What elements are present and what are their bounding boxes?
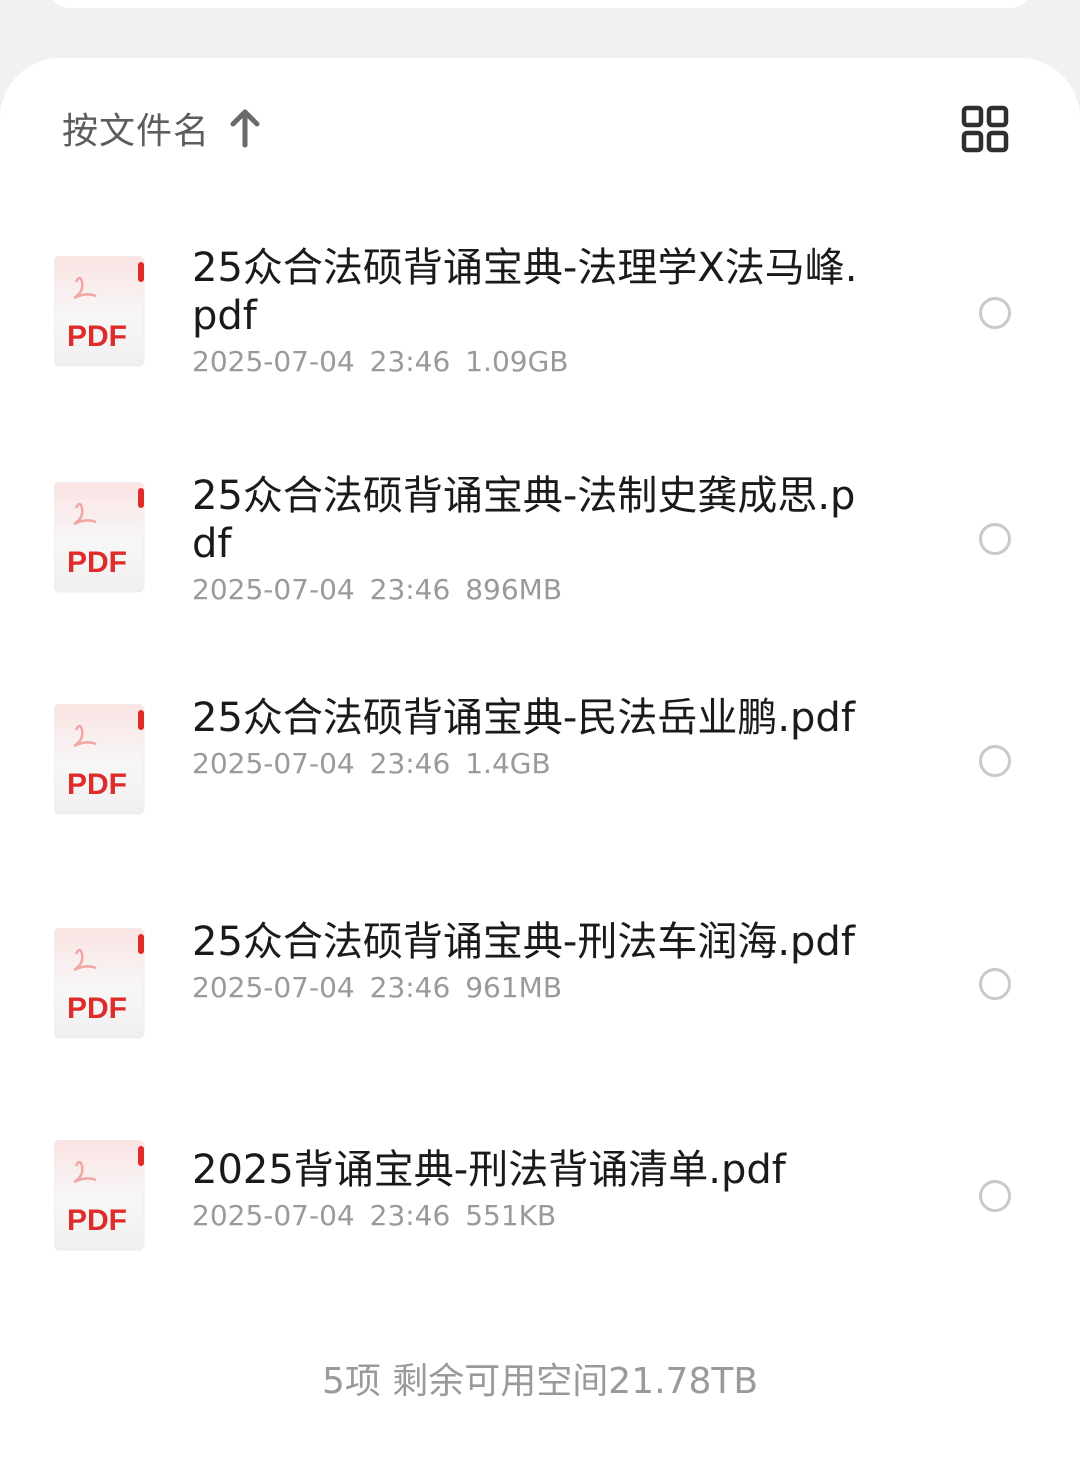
pdf-file-icon: PDF: [54, 482, 145, 593]
svg-text:PDF: PDF: [67, 992, 127, 1025]
select-radio[interactable]: [979, 1180, 1011, 1212]
select-radio[interactable]: [979, 297, 1011, 329]
file-name: 25众合法硕背诵宝典-法制史龚成思.pdf: [192, 473, 856, 567]
file-date: 2025-07-04 23:46: [192, 1199, 451, 1232]
select-radio[interactable]: [979, 523, 1011, 555]
file-meta: 2025-07-04 23:46 1.09GB: [192, 344, 872, 380]
file-meta: 2025-07-04 23:46 896MB: [192, 572, 872, 608]
file-info: 25众合法硕背诵宝典-法制史龚成思.pdf 2025-07-04 23:46 8…: [192, 472, 872, 608]
pdf-file-icon: PDF: [54, 704, 145, 815]
pdf-file-icon: PDF: [54, 928, 145, 1039]
file-row[interactable]: PDF 25众合法硕背诵宝典-法制史龚成思.pdf 2025-07-04 23:…: [0, 472, 1080, 622]
sort-label: 按文件名: [62, 111, 211, 152]
file-info: 25众合法硕背诵宝典-民法岳业鹏.pdf 2025-07-04 23:46 1.…: [192, 694, 872, 782]
grid-view-icon[interactable]: [960, 104, 1010, 154]
file-row[interactable]: PDF 2025背诵宝典-刑法背诵清单.pdf 2025-07-04 23:46…: [0, 1140, 1080, 1256]
file-size: 551KB: [465, 1199, 557, 1232]
select-radio[interactable]: [979, 745, 1011, 777]
file-size: 1.4GB: [465, 747, 551, 780]
svg-text:PDF: PDF: [67, 320, 127, 353]
file-size: 896MB: [465, 573, 563, 606]
file-size: 1.09GB: [465, 345, 569, 378]
file-meta: 2025-07-04 23:46 961MB: [192, 970, 872, 1006]
file-name: 2025背诵宝典-刑法背诵清单.pdf: [192, 1147, 786, 1193]
file-date: 2025-07-04 23:46: [192, 971, 451, 1004]
file-row[interactable]: PDF 25众合法硕背诵宝典-刑法车润海.pdf 2025-07-04 23:4…: [0, 918, 1080, 1068]
file-info: 25众合法硕背诵宝典-刑法车润海.pdf 2025-07-04 23:46 96…: [192, 918, 872, 1006]
file-date: 2025-07-04 23:46: [192, 345, 451, 378]
file-name: 25众合法硕背诵宝典-刑法车润海.pdf: [192, 919, 855, 965]
file-row[interactable]: PDF 25众合法硕背诵宝典-民法岳业鹏.pdf 2025-07-04 23:4…: [0, 694, 1080, 844]
file-size: 961MB: [465, 971, 563, 1004]
pdf-file-icon: PDF: [54, 1140, 145, 1251]
svg-text:PDF: PDF: [67, 768, 127, 801]
svg-text:PDF: PDF: [67, 546, 127, 579]
svg-text:PDF: PDF: [67, 1204, 127, 1237]
file-date: 2025-07-04 23:46: [192, 573, 451, 606]
file-meta: 2025-07-04 23:46 551KB: [192, 1198, 872, 1234]
select-radio[interactable]: [979, 968, 1011, 1000]
sort-button[interactable]: 按文件名: [62, 100, 262, 156]
file-info: 25众合法硕背诵宝典-法理学X法马峰.pdf 2025-07-04 23:46 …: [192, 244, 872, 380]
file-info: 2025背诵宝典-刑法背诵清单.pdf 2025-07-04 23:46 551…: [192, 1146, 872, 1234]
previous-card-edge: [48, 0, 1032, 8]
file-meta: 2025-07-04 23:46 1.4GB: [192, 746, 872, 782]
arrow-up-icon: [230, 109, 260, 148]
file-date: 2025-07-04 23:46: [192, 747, 451, 780]
file-name: 25众合法硕背诵宝典-民法岳业鹏.pdf: [192, 695, 855, 741]
pdf-file-icon: PDF: [54, 256, 145, 367]
file-name: 25众合法硕背诵宝典-法理学X法马峰.pdf: [192, 245, 858, 339]
storage-summary: 5项 剩余可用空间21.78TB: [321, 1361, 759, 1402]
file-row[interactable]: PDF 25众合法硕背诵宝典-法理学X法马峰.pdf 2025-07-04 23…: [0, 244, 1080, 394]
